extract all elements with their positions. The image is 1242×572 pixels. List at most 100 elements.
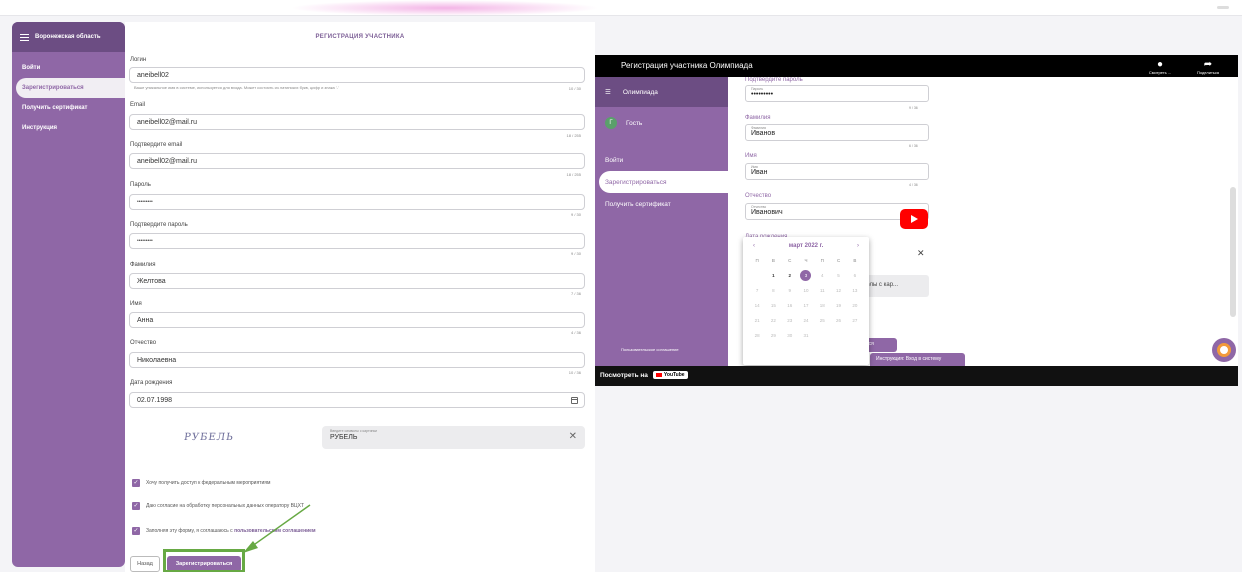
- video-title[interactable]: Регистрация участника Олимпиада: [621, 61, 753, 70]
- chevron-right-icon: ›: [857, 243, 859, 249]
- date-picker-grid: П В С Ч П С В 1 2 3 4 5 6 7 8 9 10 11 12 13 14 15 16 17 18 19 20 21…: [743, 255, 869, 341]
- email-confirm-input[interactable]: aneibell02@mail.ru: [129, 153, 585, 169]
- video-name-field: Имя Иван: [745, 163, 929, 180]
- video-pw-counter: 9 / 36: [909, 106, 918, 110]
- patronymic-input[interactable]: Николаевна: [129, 352, 585, 368]
- checkbox-personal-data[interactable]: ✓ Даю согласие на обработку персональных…: [132, 502, 304, 510]
- calendar-day: 25: [819, 318, 825, 323]
- checkbox-checked-icon[interactable]: ✓: [132, 502, 140, 510]
- calendar-day: 1: [772, 273, 775, 278]
- calendar-day: 31: [803, 333, 809, 338]
- watch-later-button[interactable]: ● Смотреть ...: [1136, 59, 1184, 76]
- avatar: Г: [605, 117, 617, 129]
- calendar-day: 24: [803, 318, 809, 323]
- registration-form: РЕГИСТРАЦИЯ УЧАСТНИКА Логин aneibell02 В…: [125, 22, 595, 572]
- clear-icon[interactable]: ✕: [569, 431, 577, 442]
- calendar-day: 7: [755, 288, 759, 293]
- password-counter: 9 / 30: [570, 212, 581, 217]
- highlight-box: [163, 549, 245, 572]
- password-confirm-label: Подтвердите пароль: [130, 222, 188, 228]
- menu-icon: ☰: [605, 89, 611, 96]
- birthdate-value: 02.07.1998: [137, 396, 173, 404]
- calendar-day: 13: [852, 288, 858, 293]
- calendar-day: 4: [821, 273, 824, 278]
- video-sidebar-footer: Пользовательское соглашение: [621, 347, 679, 352]
- weekday-label: С: [788, 258, 792, 263]
- date-picker: ‹ март 2022 г. › П В С Ч П С В 1 2 3 4 5 6 7 8 9 10 11 12 1…: [743, 237, 869, 365]
- video-patronymic-label: Отчество: [745, 193, 772, 199]
- clock-icon: ●: [1156, 59, 1164, 70]
- calendar-day: 11: [819, 288, 825, 293]
- checkbox-federal-label: Хочу получить доступ к федеральным мероп…: [146, 480, 271, 486]
- calendar-day: 20: [852, 303, 858, 308]
- checkbox-checked-icon[interactable]: ✓: [132, 527, 140, 535]
- date-picker-header: ‹ март 2022 г. ›: [743, 237, 869, 255]
- calendar-day: 16: [787, 303, 793, 308]
- region-label: Воронежская область: [35, 34, 101, 40]
- weekday-label: Ч: [804, 258, 808, 263]
- calendar-day: 9: [788, 288, 791, 293]
- surname-label: Фамилия: [130, 262, 156, 268]
- video-bottom-bar: Посмотреть на YouTube: [595, 366, 1238, 386]
- sidebar-item-login[interactable]: Войти: [12, 58, 125, 78]
- calendar-day: 28: [754, 333, 760, 338]
- login-counter: 10 / 30: [568, 86, 581, 91]
- video-patronymic-value: Иванович: [751, 209, 783, 216]
- video-surname-field: Фамилия Иванов: [745, 124, 929, 141]
- checkbox-federal[interactable]: ✓ Хочу получить доступ к федеральным мер…: [132, 479, 270, 487]
- guest-label: Гость: [626, 119, 643, 127]
- video-sidebar-item-certificate: Получить сертификат: [605, 200, 671, 208]
- annotation-arrow: [243, 504, 311, 553]
- close-icon: ✕: [917, 248, 925, 258]
- calendar-day: 3: [800, 270, 812, 281]
- captcha-value: РУБЕЛЬ: [330, 434, 358, 441]
- video-instruction-pill: Инструкция: Вход в систему: [870, 353, 965, 366]
- video-actions: ● Смотреть ... ➦ Поделиться: [1136, 59, 1232, 76]
- calendar-day: [847, 330, 863, 341]
- login-label: Логин: [130, 57, 147, 63]
- share-button[interactable]: ➦ Поделиться: [1184, 59, 1232, 76]
- menu-icon[interactable]: [20, 32, 29, 43]
- checkbox-checked-icon[interactable]: ✓: [132, 479, 140, 487]
- video-pw-confirm-label: Подтвердите пароль: [745, 77, 803, 83]
- header-glow: [290, 0, 600, 16]
- calendar-day: 5: [837, 273, 840, 278]
- video-sidebar-item-register: Зарегистрироваться: [599, 171, 728, 193]
- video-surname-label: Фамилия: [745, 115, 771, 121]
- help-lifebuoy-icon[interactable]: [1212, 338, 1236, 362]
- header-indicator: [1217, 6, 1229, 9]
- youtube-play-button[interactable]: [900, 209, 928, 229]
- calendar-icon[interactable]: [571, 397, 578, 404]
- sidebar-item-register[interactable]: Зарегистрироваться: [16, 78, 125, 98]
- video-name-counter: 4 / 36: [909, 183, 918, 187]
- calendar-day: 14: [754, 303, 760, 308]
- weekday-label: С: [836, 258, 841, 263]
- video-surname-counter: 6 / 36: [909, 144, 918, 148]
- video-sidebar-header: ☰ Олимпиада: [595, 77, 728, 107]
- birthdate-label: Дата рождения: [130, 380, 173, 386]
- checkbox-agreement[interactable]: ✓ Заполняя эту форму, я соглашаюсь с пол…: [132, 527, 316, 535]
- watch-on-youtube[interactable]: Посмотреть на YouTube: [600, 371, 688, 379]
- user-agreement-link[interactable]: пользовательским соглашением: [234, 528, 316, 534]
- video-frame: ☰ Олимпиада Г Гость Войти Зарегистрирова…: [595, 77, 1238, 366]
- surname-input[interactable]: Желтова: [129, 273, 585, 289]
- weekday-label: П: [820, 258, 824, 263]
- video-name-value: Иван: [751, 169, 768, 176]
- name-input[interactable]: Анна: [129, 312, 585, 328]
- back-button[interactable]: Назад: [130, 556, 160, 572]
- calendar-day: 15: [770, 303, 776, 308]
- patronymic-counter: 10 / 36: [568, 370, 581, 375]
- share-icon: ➦: [1203, 59, 1213, 70]
- sidebar-item-certificate[interactable]: Получить сертификат: [12, 98, 125, 118]
- guest-block: Г Гость: [595, 107, 728, 139]
- sidebar-item-instructions[interactable]: Инструкция: [12, 118, 125, 138]
- calendar-day: 30: [787, 333, 793, 338]
- birthdate-input[interactable]: 02.07.1998: [129, 392, 585, 408]
- email-input[interactable]: aneibell02@mail.ru: [129, 114, 585, 130]
- video-player[interactable]: Регистрация участника Олимпиада ● Смотре…: [595, 55, 1238, 386]
- login-input[interactable]: aneibell02: [129, 67, 585, 83]
- captcha-input[interactable]: Введите символы с картинки РУБЕЛЬ ✕: [322, 426, 585, 449]
- password-confirm-input[interactable]: •••••••••: [129, 233, 585, 249]
- name-label: Имя: [130, 301, 142, 307]
- password-input[interactable]: •••••••••: [129, 194, 585, 210]
